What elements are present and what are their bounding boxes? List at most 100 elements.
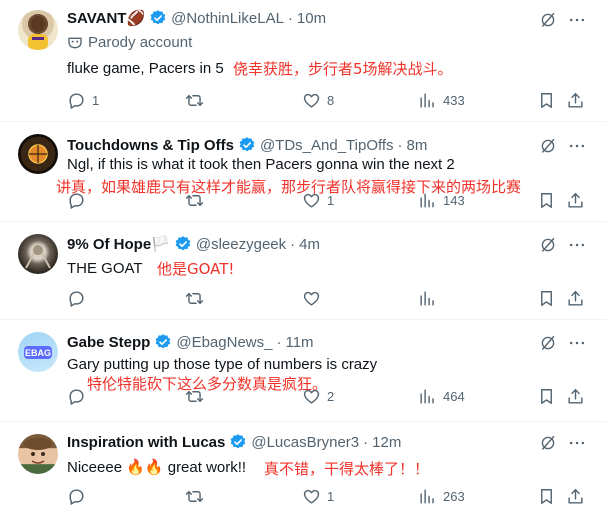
repost-button[interactable] — [185, 191, 210, 210]
more-options-icon[interactable] — [567, 433, 587, 453]
share-button[interactable] — [566, 487, 585, 506]
views-button[interactable]: 263 — [418, 487, 465, 506]
bar-chart-icon — [418, 191, 437, 210]
timestamp[interactable]: 12m — [372, 434, 401, 451]
avatar[interactable] — [18, 434, 58, 474]
grok-icon[interactable] — [539, 334, 557, 352]
handle[interactable]: @LucasBryner3 — [251, 434, 359, 451]
timestamp[interactable]: 8m — [407, 137, 428, 154]
repost-button[interactable] — [185, 387, 210, 406]
more-options-icon[interactable] — [567, 10, 587, 30]
avatar[interactable] — [18, 134, 58, 174]
bookmark-icon — [537, 289, 556, 308]
tweet-3[interactable]: 9% Of Hope🏳️ @sleezygeek · 4m THE GOAT 他… — [0, 222, 607, 320]
action-bar: 1 263 — [0, 487, 607, 507]
share-button[interactable] — [566, 289, 585, 308]
verified-badge-icon — [238, 136, 256, 154]
reply-button[interactable] — [67, 289, 92, 308]
view-count: 143 — [443, 193, 465, 208]
share-button[interactable] — [566, 91, 585, 110]
reply-button[interactable] — [67, 191, 92, 210]
reply-button[interactable] — [67, 387, 92, 406]
like-button[interactable]: 1 — [302, 487, 334, 506]
reply-icon — [67, 387, 86, 406]
reply-icon — [67, 289, 86, 308]
more-options-icon[interactable] — [567, 333, 587, 353]
display-name[interactable]: SAVANT🏈 — [67, 9, 145, 27]
reply-button[interactable] — [67, 487, 92, 506]
more-options-icon[interactable] — [567, 235, 587, 255]
display-name[interactable]: Touchdowns & Tip Offs — [67, 137, 234, 154]
bookmark-button[interactable] — [537, 289, 556, 308]
repost-button[interactable] — [185, 91, 210, 110]
translation-annotation: 真不错，干得太棒了！！ — [264, 460, 430, 478]
repost-icon — [185, 91, 204, 110]
separator-dot: · — [287, 9, 293, 27]
handle[interactable]: @TDs_And_TipOffs — [260, 137, 394, 154]
avatar[interactable] — [18, 10, 58, 50]
handle[interactable]: @NothinLikeLAL — [171, 10, 284, 27]
bookmark-button[interactable] — [537, 387, 556, 406]
action-bar: 2 464 — [0, 387, 607, 407]
reply-icon — [67, 191, 86, 210]
grok-icon[interactable] — [539, 236, 557, 254]
like-count: 2 — [327, 389, 335, 404]
like-button[interactable] — [302, 289, 327, 308]
separator-dot: · — [276, 333, 282, 351]
bookmark-button[interactable] — [537, 191, 556, 210]
display-name[interactable]: 9% Of Hope🏳️ — [67, 235, 170, 253]
grok-icon[interactable] — [539, 434, 557, 452]
tweet-text: THE GOAT — [67, 260, 143, 277]
tweet-4[interactable]: EBAG Gabe Stepp @EbagNews_ · 11m Gary pu… — [0, 320, 607, 422]
view-count: 433 — [443, 93, 465, 108]
timestamp[interactable]: 11m — [285, 334, 313, 351]
display-name[interactable]: Gabe Stepp — [67, 334, 150, 351]
timestamp[interactable]: 10m — [297, 10, 326, 27]
bookmark-button[interactable] — [537, 487, 556, 506]
display-name[interactable]: Inspiration with Lucas — [67, 434, 225, 451]
tweet-1[interactable]: SAVANT🏈 @NothinLikeLAL · 10m Parody acco… — [0, 0, 607, 122]
like-button[interactable]: 8 — [302, 91, 334, 110]
share-icon — [566, 387, 585, 406]
repost-button[interactable] — [185, 289, 210, 308]
grok-icon[interactable] — [539, 137, 557, 155]
tweet-text: Ngl, if this is what it took then Pacers… — [67, 156, 455, 173]
views-button[interactable]: 433 — [418, 91, 465, 110]
translation-annotation: 他是GOAT! — [157, 260, 235, 278]
tweet-header: Gabe Stepp @EbagNews_ · 11m — [67, 332, 314, 352]
handle[interactable]: @EbagNews_ — [176, 334, 272, 351]
mask-icon — [68, 37, 82, 48]
view-count: 263 — [443, 489, 465, 504]
like-count: 1 — [327, 193, 335, 208]
views-button[interactable]: 464 — [418, 387, 465, 406]
like-button[interactable]: 1 — [302, 191, 334, 210]
tweet-5[interactable]: Inspiration with Lucas @LucasBryner3 · 1… — [0, 422, 607, 513]
tweet-text: Niceeee 🔥🔥 great work!! — [67, 459, 247, 476]
like-count: 1 — [327, 489, 335, 504]
heart-icon — [302, 487, 321, 506]
like-button[interactable]: 2 — [302, 387, 334, 406]
tweet-header: Inspiration with Lucas @LucasBryner3 · 1… — [67, 432, 401, 452]
avatar[interactable] — [18, 234, 58, 274]
more-options-icon[interactable] — [567, 136, 587, 156]
repost-button[interactable] — [185, 487, 210, 506]
verified-badge-icon — [174, 235, 192, 253]
reply-button[interactable]: 1 — [67, 91, 99, 110]
handle[interactable]: @sleezygeek — [196, 236, 286, 253]
tweet-header: SAVANT🏈 @NothinLikeLAL · 10m — [67, 8, 326, 28]
avatar[interactable]: EBAG — [18, 332, 58, 372]
bookmark-button[interactable] — [537, 91, 556, 110]
view-count: 464 — [443, 389, 465, 404]
reply-icon — [67, 487, 86, 506]
grok-icon[interactable] — [539, 11, 557, 29]
heart-icon — [302, 191, 321, 210]
views-button[interactable] — [418, 289, 443, 308]
bookmark-icon — [537, 191, 556, 210]
timestamp[interactable]: 4m — [299, 236, 320, 253]
parody-label: Parody account — [67, 34, 192, 51]
share-button[interactable] — [566, 387, 585, 406]
tweet-2[interactable]: Touchdowns & Tip Offs @TDs_And_TipOffs ·… — [0, 122, 607, 222]
views-button[interactable]: 143 — [418, 191, 465, 210]
share-button[interactable] — [566, 191, 585, 210]
share-icon — [566, 289, 585, 308]
